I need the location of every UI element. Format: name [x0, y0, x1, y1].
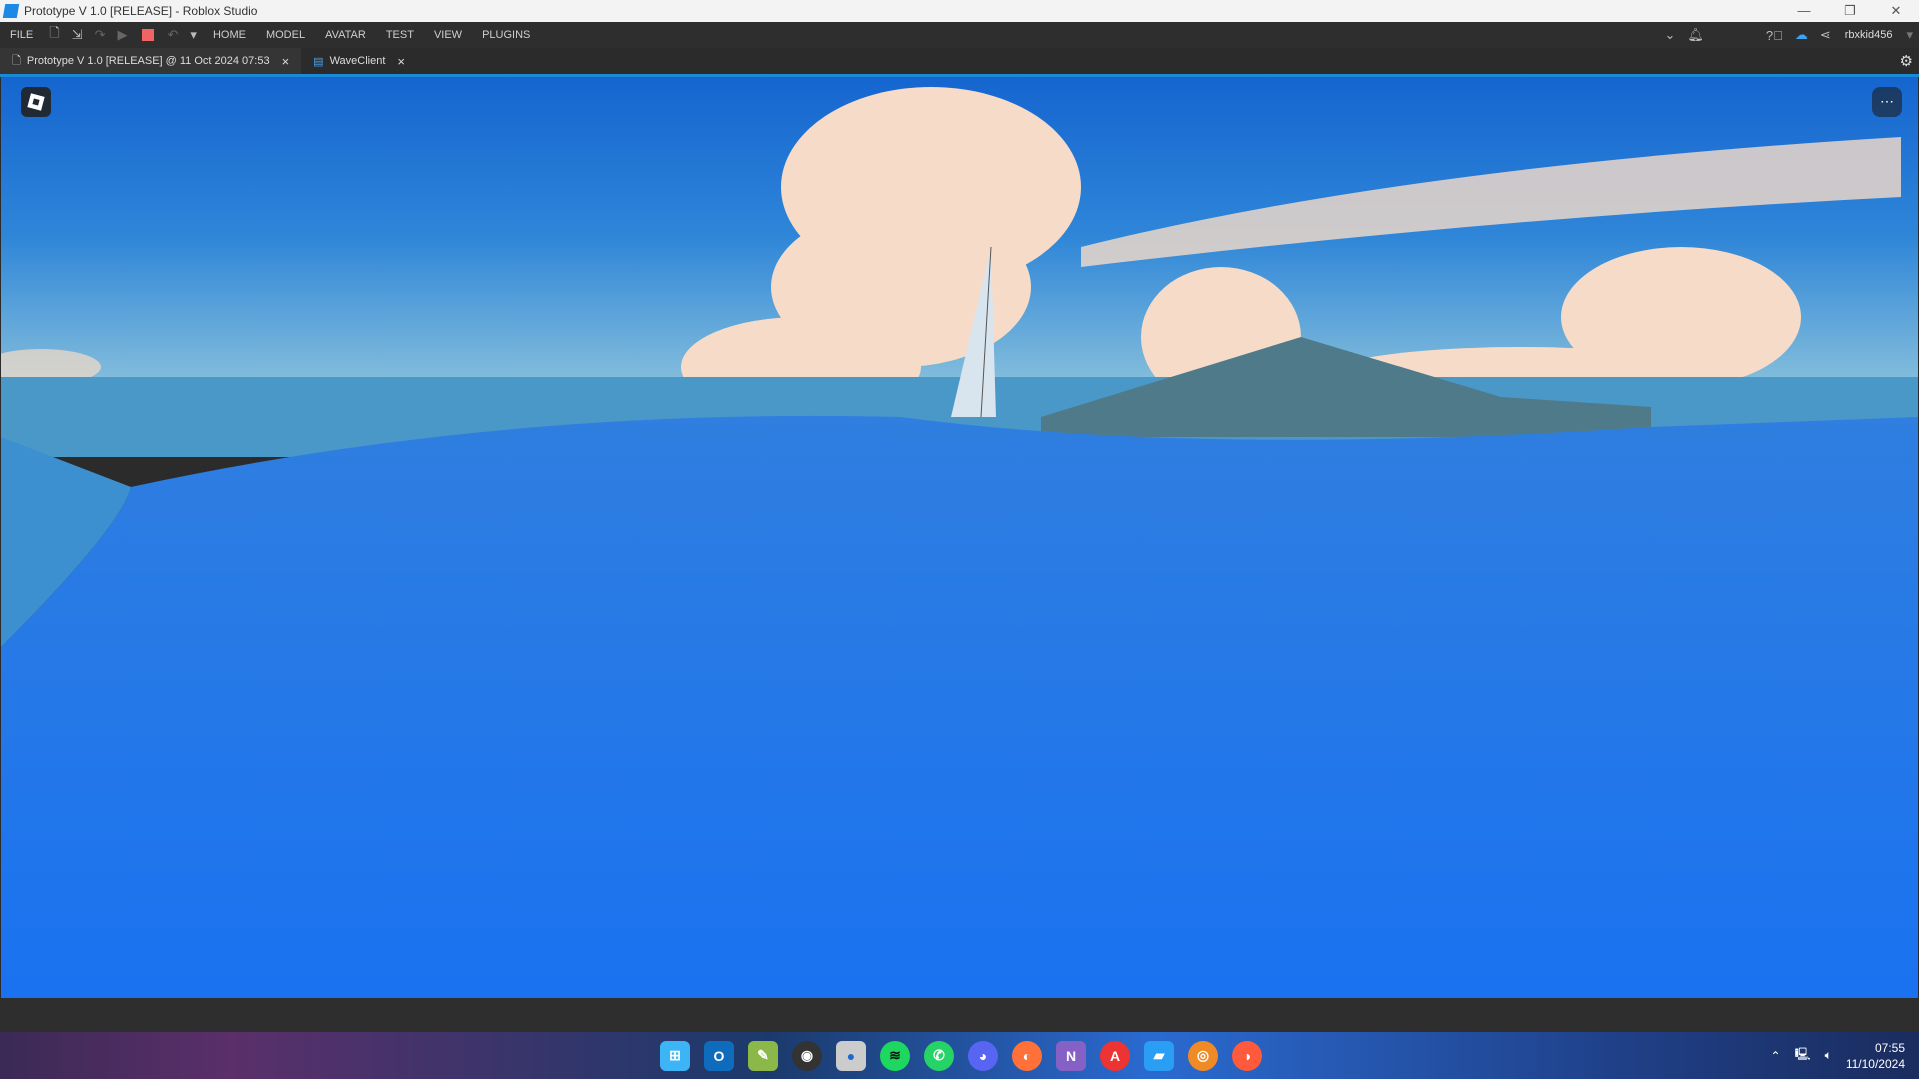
obs-icon[interactable]: ◉	[792, 1040, 822, 1071]
menu-file[interactable]: FILE	[0, 29, 43, 41]
game-viewport[interactable]: ⋯	[1, 77, 1918, 998]
app-icon[interactable]: ●	[836, 1040, 866, 1071]
settings-gear-icon[interactable]: ⚙	[1900, 52, 1913, 70]
notification-bell-icon[interactable]: 🔔︎	[1681, 27, 1710, 43]
discord-icon[interactable]: ◕	[968, 1040, 998, 1071]
outlook-icon[interactable]: O	[704, 1040, 734, 1071]
menu-test[interactable]: TEST	[376, 29, 424, 41]
import-icon[interactable]: ⇲	[66, 27, 89, 43]
tab-close-button[interactable]: ×	[397, 54, 405, 69]
menu-view[interactable]: VIEW	[424, 29, 472, 41]
tab-prototype[interactable]: 🗋 Prototype V 1.0 [RELEASE] @ 11 Oct 202…	[0, 48, 302, 74]
window-title: Prototype V 1.0 [RELEASE] - Roblox Studi…	[24, 4, 258, 18]
visual-studio-icon[interactable]: N	[1056, 1040, 1086, 1071]
menu-avatar[interactable]: AVATAR	[315, 29, 376, 41]
app2-icon[interactable]: A	[1100, 1040, 1130, 1071]
script-icon: ▤	[313, 55, 324, 68]
network-icon[interactable]: 🖳	[1795, 1045, 1811, 1066]
share-icon[interactable]: ⋖	[1814, 27, 1837, 43]
customize-dropdown-icon[interactable]: ▾	[184, 27, 203, 43]
firefox-icon[interactable]: ◐	[1012, 1040, 1042, 1071]
tab-waveclient[interactable]: ▤ WaveClient ×	[301, 48, 417, 74]
close-button[interactable]: ✕	[1873, 0, 1919, 22]
menu-model[interactable]: MODEL	[256, 29, 315, 41]
tab-bar: 🗋 Prototype V 1.0 [RELEASE] @ 11 Oct 202…	[0, 48, 1919, 77]
place-icon: 🗋	[12, 54, 21, 67]
stop-button[interactable]	[141, 29, 154, 41]
tab-close-button[interactable]: ×	[282, 54, 290, 69]
roblox-menu-button[interactable]	[21, 87, 51, 117]
tab-label: Prototype V 1.0 [RELEASE] @ 11 Oct 2024 …	[26, 55, 270, 67]
menu-plugins[interactable]: PLUGINS	[472, 29, 540, 41]
spotify-icon[interactable]: ≋	[880, 1040, 910, 1071]
tab-label: WaveClient	[329, 55, 386, 67]
taskbar: ⊞ O ✎ ◉ ● ≋ ✆ ◕ ◐ N A ▰ ◎ ◑ ⌃ 🖳 🔈︎ 07:55…	[0, 1032, 1919, 1079]
redo-icon[interactable]: ↷	[89, 27, 112, 43]
time: 07:55	[1874, 1040, 1905, 1055]
roblox-logo-icon	[27, 93, 45, 111]
ocean-scene	[1, 77, 1918, 998]
menu-home[interactable]: HOME	[203, 29, 256, 41]
roblox-studio-logo-icon	[2, 4, 20, 18]
username[interactable]: rbxkid456	[1837, 29, 1901, 41]
user-dropdown-icon[interactable]: ▾	[1900, 27, 1919, 43]
clock[interactable]: 07:55 11/10/2024	[1846, 1040, 1905, 1072]
cloud-icon[interactable]: ☁	[1789, 27, 1814, 43]
firefox-dev-icon[interactable]: ◑	[1232, 1040, 1262, 1071]
new-file-icon[interactable]: 🗋	[43, 24, 65, 46]
app3-icon[interactable]: ▰	[1144, 1040, 1174, 1071]
help-icon[interactable]: ?⃝	[1760, 28, 1789, 43]
play-icon[interactable]: ▶	[112, 27, 134, 43]
chevron-down-icon[interactable]: ⌄	[1658, 27, 1681, 43]
volume-icon[interactable]: 🔈︎	[1825, 1048, 1832, 1063]
status-bar	[0, 998, 1919, 1032]
undo-icon[interactable]: ↶	[162, 27, 185, 43]
start-icon[interactable]: ⊞	[660, 1040, 690, 1071]
more-options-button[interactable]: ⋯	[1872, 87, 1902, 117]
notepad-icon[interactable]: ✎	[748, 1040, 778, 1071]
date: 11/10/2024	[1845, 1056, 1905, 1071]
whatsapp-icon[interactable]: ✆	[924, 1040, 954, 1071]
menu-bar: FILE 🗋 ⇲ ↷ ▶ ↶ ▾ HOME MODEL AVATAR TEST …	[0, 22, 1919, 48]
tray-chevron-up-icon[interactable]: ⌃	[1771, 1049, 1781, 1063]
minimize-button[interactable]: —	[1781, 0, 1827, 22]
title-bar: Prototype V 1.0 [RELEASE] - Roblox Studi…	[0, 0, 1919, 22]
restore-button[interactable]: ❐	[1827, 0, 1873, 22]
blender-icon[interactable]: ◎	[1188, 1040, 1218, 1071]
